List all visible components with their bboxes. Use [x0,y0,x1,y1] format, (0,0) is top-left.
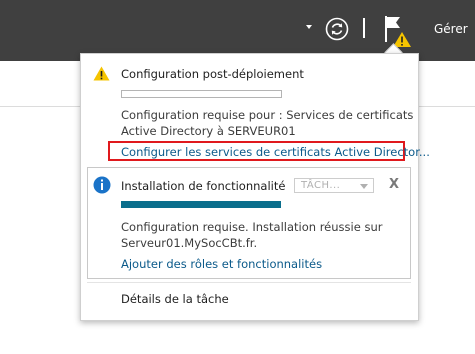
task-details-link[interactable]: Détails de la tâche [121,292,229,306]
manage-menu[interactable]: Gérer [434,22,468,36]
toolbar-separator [363,18,365,38]
notification-message: Configuration requise pour : Services de… [121,108,414,122]
warning-icon [93,66,110,81]
notification-title: Installation de fonctionnalité [121,179,286,193]
progress-bar [121,90,282,98]
notification-message: Active Directory à SERVEUR01 [121,124,296,138]
close-icon[interactable]: X [389,177,399,192]
chevron-down-icon[interactable] [306,25,312,29]
add-roles-features-link[interactable]: Ajouter des rôles et fonctionnalités [121,257,322,271]
configure-adcs-link[interactable]: Configurer les services de certificats A… [121,145,430,159]
section-divider [87,282,411,283]
notification-flag-icon[interactable] [380,14,416,50]
refresh-icon[interactable] [325,17,349,41]
notification-title: Configuration post-déploiement [121,67,304,81]
notification-message: Configuration requise. Installation réus… [121,220,383,234]
notifications-popup: Configuration post-déploiement Configura… [80,53,430,321]
tasks-dropdown[interactable]: TÂCH... [294,178,374,193]
progress-bar [121,201,281,208]
notification-message: Serveur01.MySocCBt.fr. [121,236,258,250]
info-icon [93,176,111,194]
chevron-down-icon [360,184,368,189]
tasks-dropdown-label: TÂCH... [301,180,341,191]
